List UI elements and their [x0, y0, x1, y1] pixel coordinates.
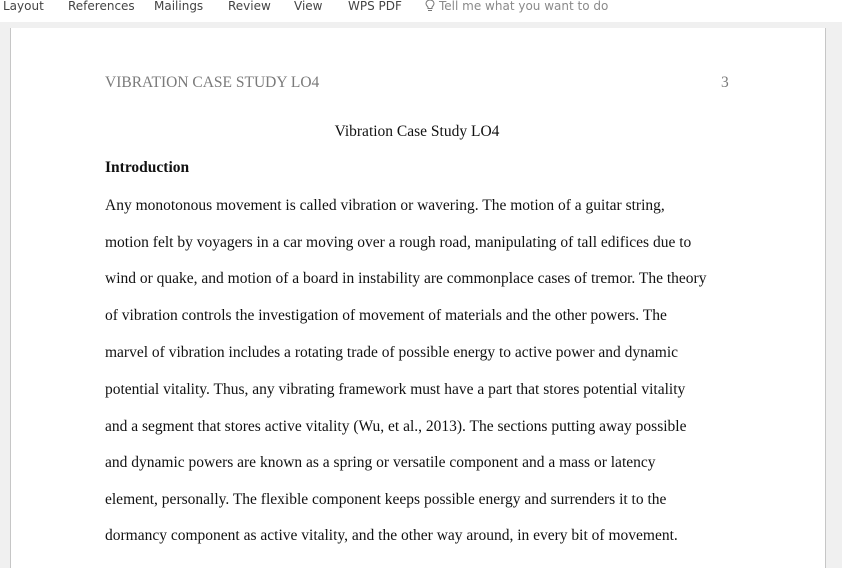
body-line: Any monotonous movement is called vibrat… — [105, 197, 665, 214]
body-line: marvel of vibration includes a rotating … — [105, 344, 679, 361]
tab-references[interactable]: References — [68, 0, 135, 13]
body-line: wind or quake, and motion of a board in … — [105, 270, 707, 287]
lightbulb-icon — [425, 0, 435, 11]
document-page[interactable] — [10, 28, 826, 568]
tab-review[interactable]: Review — [228, 0, 271, 13]
tell-me-placeholder: Tell me what you want to do — [439, 0, 609, 13]
tell-me-search[interactable]: Tell me what you want to do — [425, 0, 608, 13]
body-line: dormancy component as active vitality, a… — [105, 527, 678, 544]
page-number: 3 — [721, 74, 729, 91]
body-line: motion felt by voyagers in a car moving … — [105, 234, 692, 251]
body-line: of vibration controls the investigation … — [105, 307, 667, 324]
tab-layout[interactable]: Layout — [3, 0, 44, 13]
body-line: potential vitality. Thus, any vibrating … — [105, 381, 686, 398]
tab-view[interactable]: View — [294, 0, 322, 13]
tab-wps-pdf[interactable]: WPS PDF — [348, 0, 402, 13]
tab-mailings[interactable]: Mailings — [154, 0, 203, 13]
document-title-text: Vibration Case Study LO4 — [334, 123, 500, 140]
body-line: and a segment that stores active vitalit… — [105, 418, 687, 435]
body-line: and dynamic powers are known as a spring… — [105, 454, 656, 471]
body-line: element, personally. The flexible compon… — [105, 491, 667, 508]
running-head: VIBRATION CASE STUDY LO4 — [105, 74, 320, 91]
section-heading: Introduction — [105, 159, 190, 176]
ribbon-tab-bar: Layout References Mailings Review View W… — [0, 0, 842, 22]
document-title: Vibration Case Study LO4 — [0, 123, 834, 141]
